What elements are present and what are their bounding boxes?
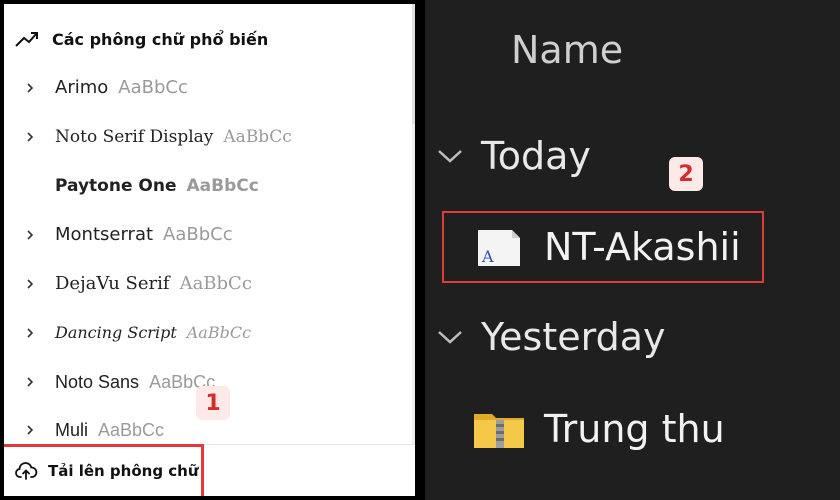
scrollbar-thumb[interactable]	[412, 4, 415, 124]
font-name: Paytone One	[55, 176, 177, 196]
scrollbar[interactable]	[412, 4, 415, 444]
font-name: Montserrat	[55, 224, 154, 245]
group-header-yesterday[interactable]: Yesterday	[425, 314, 665, 360]
step-marker-1: 1	[196, 386, 230, 420]
section-title: Các phông chữ phổ biến	[52, 29, 269, 49]
font-name: Noto Sans	[55, 372, 140, 392]
file-explorer-panel: Name Today A NT-Akashii Yesterday Trung …	[425, 0, 840, 500]
zip-folder-icon	[474, 414, 524, 448]
chevron-right-icon[interactable]	[22, 220, 38, 250]
upload-font-label: Tải lên phông chữ	[48, 461, 199, 480]
chevron-right-icon[interactable]	[22, 269, 38, 299]
font-sample: AaBbCc	[179, 273, 252, 294]
column-header-name[interactable]: Name	[511, 28, 623, 72]
font-name: Noto Serif Display	[55, 127, 214, 147]
chevron-down-icon[interactable]	[435, 325, 465, 349]
chevron-right-icon[interactable]	[22, 122, 38, 152]
chevron-right-icon[interactable]	[22, 318, 38, 348]
file-name: NT-Akashii	[544, 225, 741, 269]
file-item-nt-akashii[interactable]: A NT-Akashii	[472, 222, 741, 272]
group-label: Today	[481, 134, 591, 178]
chevron-right-icon[interactable]	[22, 367, 38, 397]
svg-text:A: A	[481, 247, 494, 266]
step-marker-2: 2	[669, 157, 703, 191]
file-item-trung-thu[interactable]: Trung thu	[472, 404, 725, 454]
chevron-right-icon[interactable]	[22, 415, 38, 445]
font-sample: AaBbCc	[118, 77, 188, 98]
font-file-icon: A	[478, 230, 520, 266]
upload-font-button[interactable]: Tải lên phông chữ	[4, 445, 415, 496]
font-name: Muli	[55, 420, 89, 440]
font-sample: AaBbCc	[163, 224, 233, 245]
trending-up-icon	[15, 32, 38, 47]
group-label: Yesterday	[481, 315, 666, 359]
font-name: Arimo	[55, 77, 109, 98]
font-sample: AaBbCc	[223, 127, 292, 147]
chevron-right-icon[interactable]	[22, 73, 38, 103]
font-sample: AaBbCc	[98, 420, 165, 440]
font-name: Dancing Script	[55, 323, 177, 342]
font-sample: AaBbCc	[186, 323, 252, 342]
cloud-upload-icon	[15, 461, 38, 480]
popular-fonts-header: Các phông chữ phổ biến	[14, 26, 268, 52]
font-picker-panel: Các phông chữ phổ biến Arimo AaBbCc Noto …	[4, 4, 415, 496]
file-name: Trung thu	[544, 407, 725, 451]
font-sample: AaBbCc	[186, 176, 259, 196]
chevron-down-icon[interactable]	[435, 144, 465, 168]
font-name: DejaVu Serif	[55, 273, 170, 294]
group-header-today[interactable]: Today	[425, 133, 591, 179]
